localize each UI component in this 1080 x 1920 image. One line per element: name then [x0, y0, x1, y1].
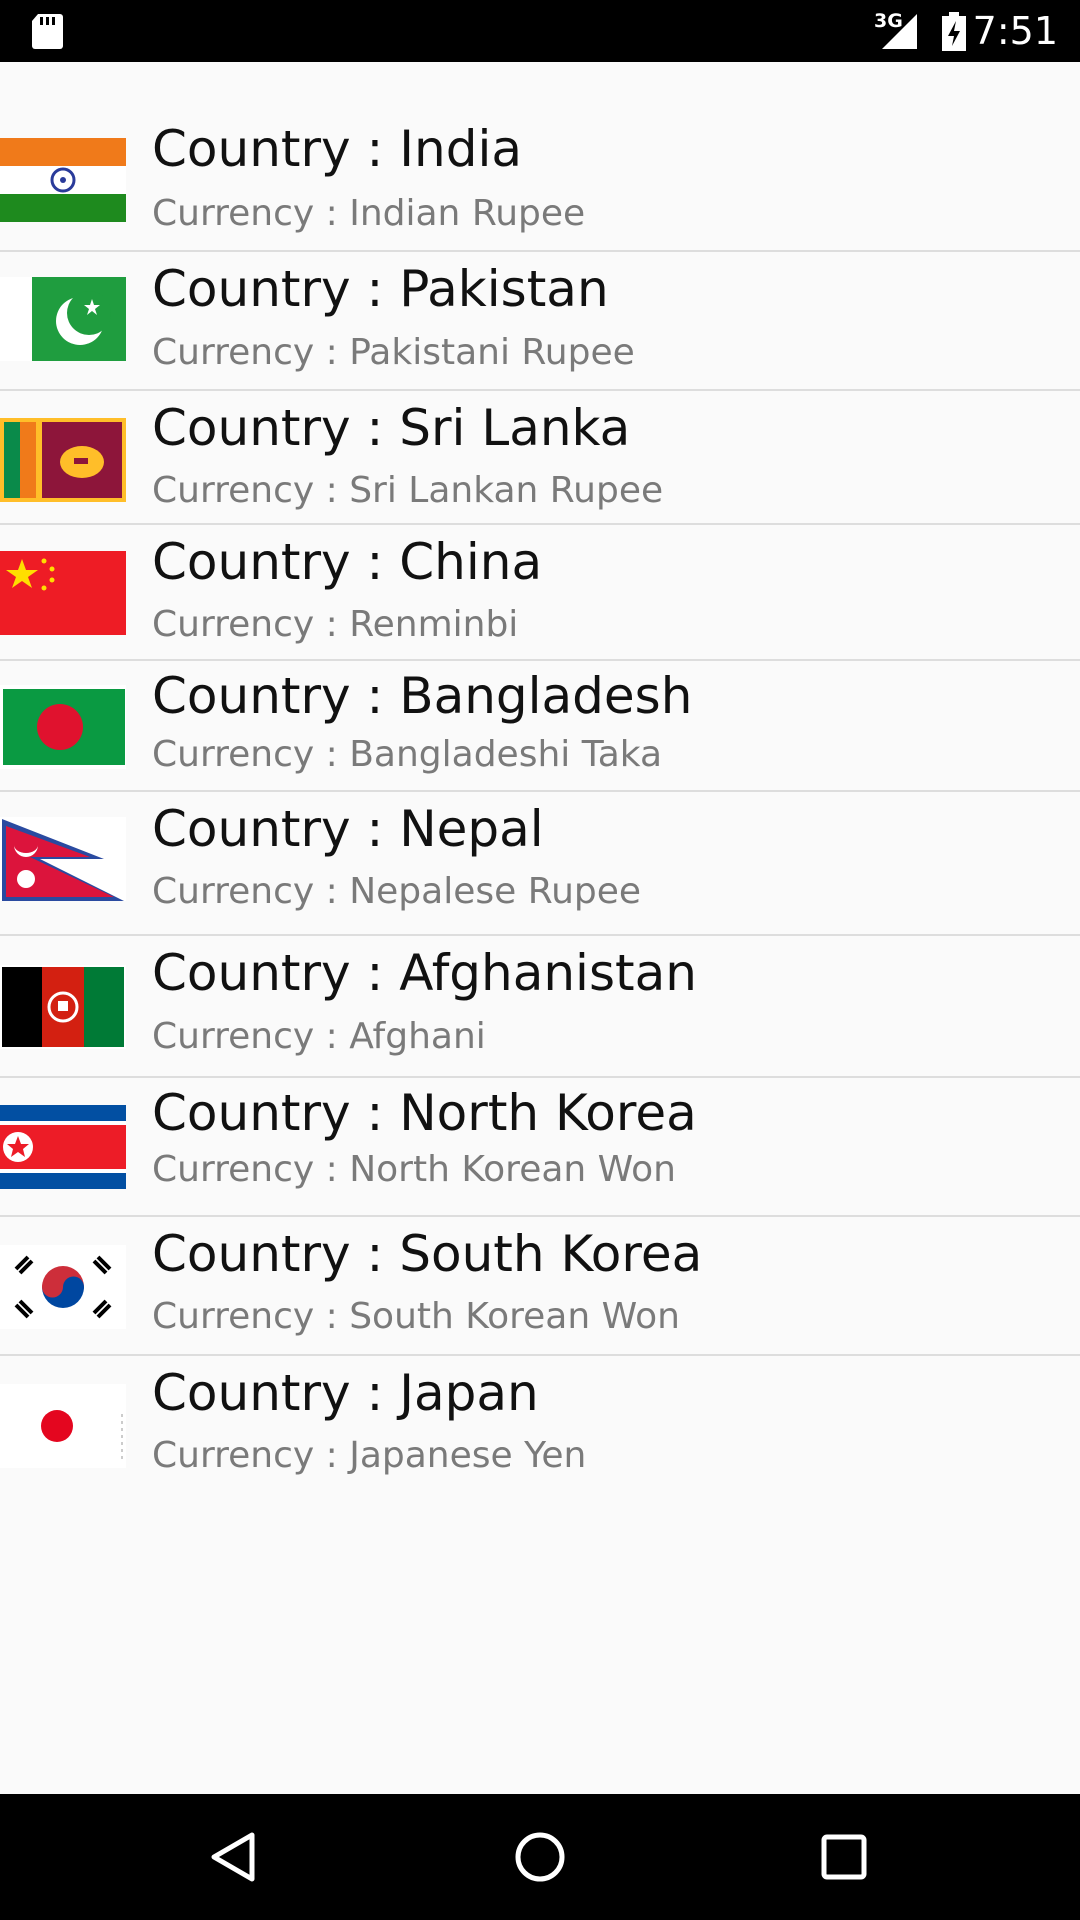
country-name: Country : China [152, 533, 543, 591]
country-list: Country : India Currency : Indian Rupee … [0, 62, 1080, 1486]
currency-name: Currency : Nepalese Rupee [152, 871, 642, 912]
country-name: Country : Pakistan [152, 260, 609, 318]
currency-name: Currency : North Korean Won [152, 1149, 676, 1190]
recents-icon[interactable] [809, 1822, 879, 1892]
list-item[interactable]: Country : China Currency : Renminbi [0, 525, 1080, 661]
currency-name: Currency : Sri Lankan Rupee [152, 470, 664, 511]
country-name: Country : North Korea [152, 1084, 697, 1142]
north-korea-flag-icon [0, 1105, 126, 1189]
south-korea-flag-icon [0, 1245, 126, 1329]
list-item[interactable]: Country : Pakistan Currency : Pakistani … [0, 252, 1080, 391]
list-item[interactable]: Country : Sri Lanka Currency : Sri Lanka… [0, 391, 1080, 525]
sri-lanka-flag-icon [0, 418, 126, 502]
sd-card-icon [32, 14, 63, 49]
country-name: Country : Bangladesh [152, 667, 693, 725]
nepal-flag-icon [0, 817, 126, 901]
currency-name: Currency : Renminbi [152, 604, 519, 645]
back-icon[interactable] [200, 1822, 270, 1892]
country-name: Country : South Korea [152, 1225, 703, 1283]
afghanistan-flag-icon [0, 965, 126, 1049]
india-flag-icon [0, 138, 126, 222]
country-name: Country : Nepal [152, 800, 544, 858]
clock: 7:51 [972, 9, 1058, 53]
list-item[interactable]: Country : North Korea Currency : North K… [0, 1078, 1080, 1217]
country-name: Country : Afghanistan [152, 944, 697, 1002]
status-bar: 3G 7:51 [0, 0, 1080, 62]
currency-name: Currency : Bangladeshi Taka [152, 734, 663, 775]
list-item[interactable]: Country : Nepal Currency : Nepalese Rupe… [0, 792, 1080, 936]
bangladesh-flag-icon [0, 685, 126, 769]
country-name: Country : Japan [152, 1364, 539, 1422]
list-item[interactable]: Country : Bangladesh Currency : Banglade… [0, 661, 1080, 792]
currency-name: Currency : South Korean Won [152, 1296, 680, 1337]
list-item[interactable]: Country : India Currency : Indian Rupee [0, 62, 1080, 252]
battery-charging-icon [942, 12, 966, 51]
currency-name: Currency : Afghani [152, 1016, 486, 1057]
currency-name: Currency : Pakistani Rupee [152, 332, 635, 373]
currency-name: Currency : Indian Rupee [152, 193, 586, 234]
country-name: Country : India [152, 120, 522, 178]
china-flag-icon [0, 551, 126, 635]
navigation-bar [0, 1794, 1080, 1920]
currency-name: Currency : Japanese Yen [152, 1435, 587, 1476]
signal-icon [882, 14, 917, 49]
home-icon[interactable] [505, 1822, 575, 1892]
list-item[interactable]: Country : Afghanistan Currency : Afghani [0, 936, 1080, 1078]
list-item[interactable]: Country : South Korea Currency : South K… [0, 1217, 1080, 1356]
japan-flag-icon [0, 1384, 126, 1468]
list-item[interactable]: Country : Japan Currency : Japanese Yen [0, 1356, 1080, 1486]
pakistan-flag-icon [0, 277, 126, 361]
country-name: Country : Sri Lanka [152, 399, 631, 457]
